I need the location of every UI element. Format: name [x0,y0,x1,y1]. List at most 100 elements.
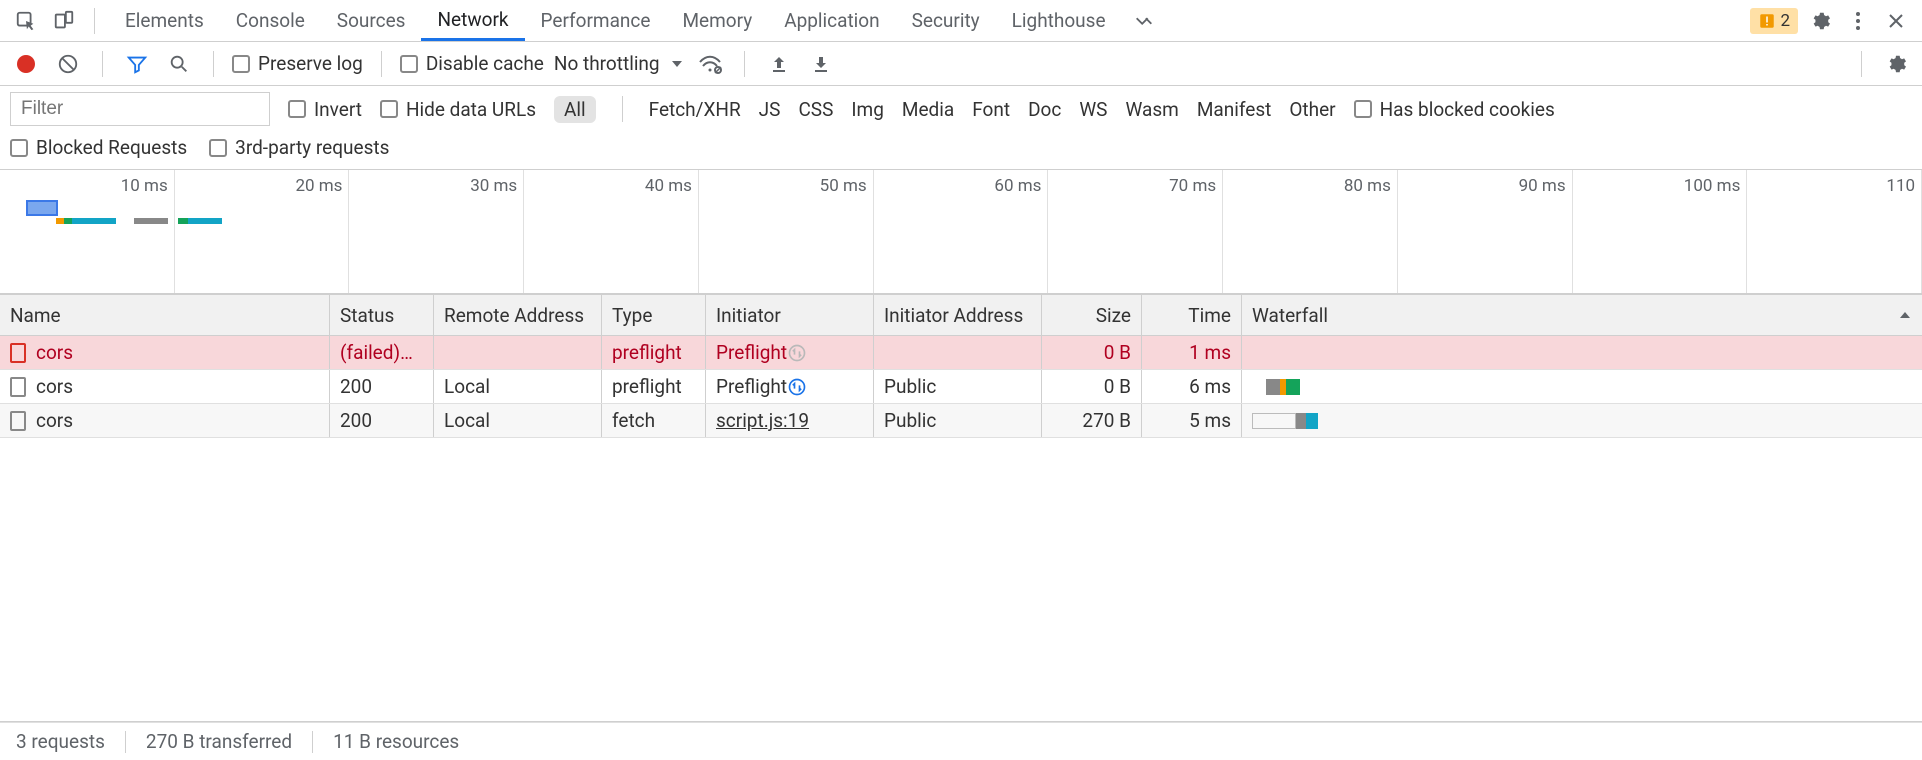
devtools-tabstrip: ElementsConsoleSourcesNetworkPerformance… [0,0,1922,42]
col-initiator[interactable]: Initiator [706,295,874,335]
checkbox-icon [288,100,306,118]
download-har-icon[interactable] [805,48,837,80]
type-filter-js[interactable]: JS [759,98,781,121]
cell-status: (failed)… [330,336,434,369]
cell-status: 200 [330,404,434,437]
cell-time: 1 ms [1142,336,1242,369]
status-bar: 3 requests 270 B transferred 11 B resour… [0,722,1922,760]
cell-initiator-address: Public [874,404,1042,437]
type-filter-fetchxhr[interactable]: Fetch/XHR [649,98,741,121]
throttling-select[interactable]: No throttling [554,52,684,75]
requests-table: Name Status Remote Address Type Initiato… [0,294,1922,722]
col-type[interactable]: Type [602,295,706,335]
third-party-option[interactable]: 3rd-party requests [209,136,389,159]
tab-security[interactable]: Security [896,0,996,41]
tab-console[interactable]: Console [220,0,321,41]
cell-waterfall [1242,336,1922,369]
timeline-tick: 60 ms [994,176,1041,196]
tab-application[interactable]: Application [768,0,895,41]
timeline-tick: 10 ms [121,176,168,196]
cell-type: preflight [602,370,706,403]
tab-network[interactable]: Network [421,0,524,41]
preserve-log-option[interactable]: Preserve log [232,52,363,75]
timeline-tick: 30 ms [470,176,517,196]
tab-sources[interactable]: Sources [321,0,422,41]
type-filter-doc[interactable]: Doc [1028,98,1061,121]
cell-size: 0 B [1042,370,1142,403]
close-devtools-icon[interactable] [1880,5,1912,37]
cell-status: 200 [330,370,434,403]
filter-input[interactable] [10,92,270,126]
network-settings-icon[interactable] [1880,48,1912,80]
request-name: cors [36,375,73,398]
type-filter-media[interactable]: Media [902,98,954,121]
table-row[interactable]: cors(failed)…preflightPreflight 0 B1 ms [0,336,1922,370]
table-row[interactable]: cors200LocalpreflightPreflight Public0 B… [0,370,1922,404]
col-size[interactable]: Size [1042,295,1142,335]
cell-initiator-address [874,336,1042,369]
sort-asc-icon [1898,308,1912,322]
type-filter-img[interactable]: Img [851,98,884,121]
issues-badge[interactable]: 2 [1750,8,1798,34]
cell-waterfall [1242,404,1922,437]
clear-button[interactable] [52,48,84,80]
timeline-tick: 110 [1886,176,1915,196]
type-filter-all[interactable]: All [554,96,596,123]
more-tabs-icon[interactable] [1128,5,1160,37]
settings-icon[interactable] [1804,5,1836,37]
type-filter-other[interactable]: Other [1289,98,1335,121]
type-filter-ws[interactable]: WS [1079,98,1107,121]
hide-data-urls-option[interactable]: Hide data URLs [380,98,536,121]
status-transferred: 270 B transferred [146,730,292,753]
col-time[interactable]: Time [1142,295,1242,335]
table-row[interactable]: cors200Localfetchscript.js:19 Public270 … [0,404,1922,438]
col-remote[interactable]: Remote Address [434,295,602,335]
cell-type: preflight [602,336,706,369]
search-icon[interactable] [163,48,195,80]
disable-cache-option[interactable]: Disable cache [400,52,544,75]
type-filter-css[interactable]: CSS [798,98,833,121]
tab-elements[interactable]: Elements [109,0,220,41]
type-filter-font[interactable]: Font [972,98,1010,121]
cell-waterfall [1242,370,1922,403]
record-button[interactable] [10,48,42,80]
tab-memory[interactable]: Memory [666,0,768,41]
inspect-element-icon[interactable] [10,5,42,37]
cell-initiator[interactable]: script.js:19 [706,404,874,437]
checkbox-icon [209,139,227,157]
network-conditions-icon[interactable] [694,48,726,80]
timeline-tick: 40 ms [645,176,692,196]
kebab-menu-icon[interactable] [1842,5,1874,37]
tab-performance[interactable]: Performance [525,0,667,41]
tab-lighthouse[interactable]: Lighthouse [996,0,1122,41]
col-waterfall[interactable]: Waterfall [1242,295,1922,335]
timeline-tick: 20 ms [295,176,342,196]
filter-bar: Invert Hide data URLs All Fetch/XHR JS CSS I… [0,86,1922,132]
col-name[interactable]: Name [0,295,330,335]
overview-timeline[interactable]: 10 ms20 ms30 ms40 ms50 ms60 ms70 ms80 ms… [0,170,1922,294]
file-icon [10,411,26,431]
cell-type: fetch [602,404,706,437]
cell-remote: Local [434,404,602,437]
cell-initiator-address: Public [874,370,1042,403]
type-filter-manifest[interactable]: Manifest [1197,98,1272,121]
timeline-tick: 70 ms [1169,176,1216,196]
blocked-requests-option[interactable]: Blocked Requests [10,136,187,159]
filter-bar-2: Blocked Requests 3rd-party requests [0,132,1922,170]
cell-initiator[interactable]: Preflight [706,336,874,369]
type-filter-wasm[interactable]: Wasm [1125,98,1178,121]
cell-size: 270 B [1042,404,1142,437]
checkbox-icon [10,139,28,157]
col-status[interactable]: Status [330,295,434,335]
invert-option[interactable]: Invert [288,98,362,121]
has-blocked-cookies-option[interactable]: Has blocked cookies [1354,98,1555,121]
cell-initiator[interactable]: Preflight [706,370,874,403]
filter-icon[interactable] [121,48,153,80]
device-toggle-icon[interactable] [48,5,80,37]
request-name: cors [36,341,73,364]
upload-har-icon[interactable] [763,48,795,80]
cell-remote [434,336,602,369]
col-initiator-address[interactable]: Initiator Address [874,295,1042,335]
file-icon [10,377,26,397]
timeline-selection[interactable] [26,200,58,216]
